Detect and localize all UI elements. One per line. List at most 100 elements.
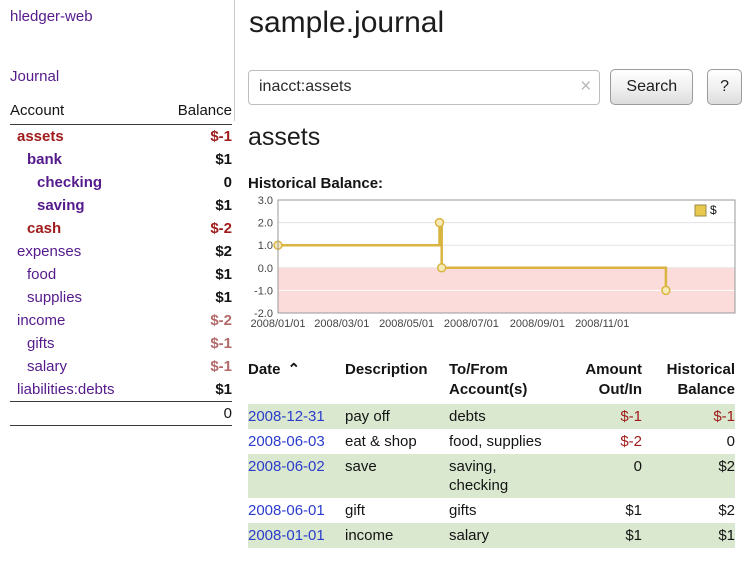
transaction-date-link[interactable]: 2008-12-31 <box>248 408 325 425</box>
account-row: checking 0 <box>10 171 232 194</box>
transaction-description: eat & shop <box>345 429 449 454</box>
account-balance: $-2 <box>210 312 232 329</box>
account-link-cash[interactable]: cash <box>10 220 61 237</box>
chart-svg: 3.02.01.00.0-1.0-2.02008/01/012008/03/01… <box>248 196 736 336</box>
x-tick-label: 2008/07/01 <box>444 318 499 330</box>
transaction-date-link[interactable]: 2008-06-02 <box>248 458 325 475</box>
account-link-bank[interactable]: bank <box>10 151 62 168</box>
search-input[interactable] <box>248 70 600 105</box>
account-row: salary $-1 <box>10 355 232 378</box>
account-link-assets[interactable]: assets <box>10 128 64 145</box>
account-link-salary[interactable]: salary <box>10 358 67 375</box>
account-balance: $-1 <box>210 128 232 145</box>
x-tick-label: 2008/01/01 <box>250 318 305 330</box>
account-balance: $-1 <box>210 358 232 375</box>
transaction-date-cell: 2008-06-02 <box>248 454 345 498</box>
transaction-accounts: gifts <box>449 498 574 523</box>
help-button[interactable]: ? <box>707 69 742 105</box>
column-header-date[interactable]: Date ⌃ <box>248 360 345 404</box>
account-link-checking[interactable]: checking <box>10 174 102 191</box>
transaction-balance: $-1 <box>642 404 735 429</box>
account-row: liabilities:debts $1 <box>10 378 232 401</box>
legend-label: $ <box>710 203 717 217</box>
x-tick-label: 2008/09/01 <box>510 318 565 330</box>
account-row: cash $-2 <box>10 217 232 240</box>
account-row: bank$1 <box>10 148 232 171</box>
account-link-food[interactable]: food <box>10 266 56 283</box>
account-balance: $2 <box>215 243 232 260</box>
chart-title: Historical Balance: <box>248 175 742 192</box>
account-balance: 0 <box>224 174 232 191</box>
y-tick-label: 3.0 <box>258 196 273 207</box>
account-row: income $-2 <box>10 309 232 332</box>
account-balance: $-2 <box>210 220 232 237</box>
sidebar-item-journal[interactable]: Journal <box>10 68 232 85</box>
date-header-label: Date <box>248 361 281 378</box>
transaction-date-link[interactable]: 2008-01-01 <box>248 527 325 544</box>
account-balance: $1 <box>215 197 232 214</box>
search-box: × <box>248 70 600 105</box>
search-button[interactable]: Search <box>610 69 693 105</box>
transaction-accounts: saving, checking <box>449 454 574 498</box>
transaction-row: 2008-12-31pay offdebts$-1$-1 <box>248 404 735 429</box>
account-balance: $-1 <box>210 335 232 352</box>
sidebar-divider <box>234 0 235 121</box>
sidebar: hledger-web Journal Account Balance asse… <box>10 0 232 426</box>
transaction-accounts: debts <box>449 404 574 429</box>
account-row: assets $-1 <box>10 125 232 148</box>
transaction-date-cell: 2008-12-31 <box>248 404 345 429</box>
account-link-expenses[interactable]: expenses <box>10 243 81 260</box>
account-balance: $1 <box>215 289 232 306</box>
transaction-amount: $1 <box>574 523 642 548</box>
page-title: sample.journal <box>249 6 742 40</box>
app-title-link[interactable]: hledger-web <box>10 0 232 25</box>
x-tick-label: 2008/03/01 <box>314 318 369 330</box>
account-link-liabilities-debts[interactable]: liabilities:debts <box>10 381 115 398</box>
column-header-amount: Amount Out/In <box>574 360 642 404</box>
account-row: gifts $-1 <box>10 332 232 355</box>
transaction-description: save <box>345 454 449 498</box>
accounts-total-value: 0 <box>224 405 232 422</box>
historical-balance-chart: 3.02.01.00.0-1.0-2.02008/01/012008/03/01… <box>248 196 742 341</box>
account-balance: $1 <box>215 266 232 283</box>
x-tick-label: 2008/05/01 <box>379 318 434 330</box>
clear-search-icon[interactable]: × <box>580 76 591 98</box>
legend-swatch <box>695 205 706 216</box>
transactions-table: Date⌃ Description To/From Account(s) Amo… <box>248 360 735 548</box>
transaction-date-cell: 2008-06-03 <box>248 429 345 454</box>
balance-header-line2: Balance <box>677 381 735 398</box>
transaction-accounts: food, supplies <box>449 429 574 454</box>
account-tree: assets$-1bank$1checking0saving$1cash$-2e… <box>10 125 232 401</box>
data-point-marker <box>662 286 670 294</box>
account-heading: assets <box>248 122 742 152</box>
transaction-balance: $1 <box>642 523 735 548</box>
transaction-date-link[interactable]: 2008-06-03 <box>248 433 325 450</box>
transaction-date-link[interactable]: 2008-06-01 <box>248 502 325 519</box>
accounts-header-line1: To/From <box>449 361 508 378</box>
y-tick-label: 1.0 <box>258 240 273 252</box>
account-link-saving[interactable]: saving <box>10 197 85 214</box>
column-header-balance: Historical Balance <box>642 360 735 404</box>
transaction-description: pay off <box>345 404 449 429</box>
account-link-gifts[interactable]: gifts <box>10 335 55 352</box>
accounts-total-row: 0 <box>10 401 232 426</box>
account-row: supplies $1 <box>10 286 232 309</box>
amount-header-line2: Out/In <box>599 381 642 398</box>
transaction-balance: $2 <box>642 454 735 498</box>
account-balance: $1 <box>215 381 232 398</box>
x-tick-label: 2008/11/01 <box>575 318 629 330</box>
y-tick-label: -1.0 <box>254 285 273 297</box>
transaction-row: 2008-06-02savesaving, checking0$2 <box>248 454 735 498</box>
account-link-income[interactable]: income <box>10 312 65 329</box>
sort-ascending-icon: ⌃ <box>288 361 301 378</box>
transaction-balance: $2 <box>642 498 735 523</box>
y-tick-label: 0.0 <box>258 263 273 275</box>
transaction-row: 2008-06-03eat & shopfood, supplies$-20 <box>248 429 735 454</box>
transaction-amount: $-2 <box>574 429 642 454</box>
data-point-marker <box>436 219 444 227</box>
account-row: food $1 <box>10 263 232 286</box>
transaction-amount: $1 <box>574 498 642 523</box>
account-link-supplies[interactable]: supplies <box>10 289 82 306</box>
transaction-row: 2008-01-01incomesalary$1$1 <box>248 523 735 548</box>
accounts-column-account: Account <box>10 102 64 119</box>
